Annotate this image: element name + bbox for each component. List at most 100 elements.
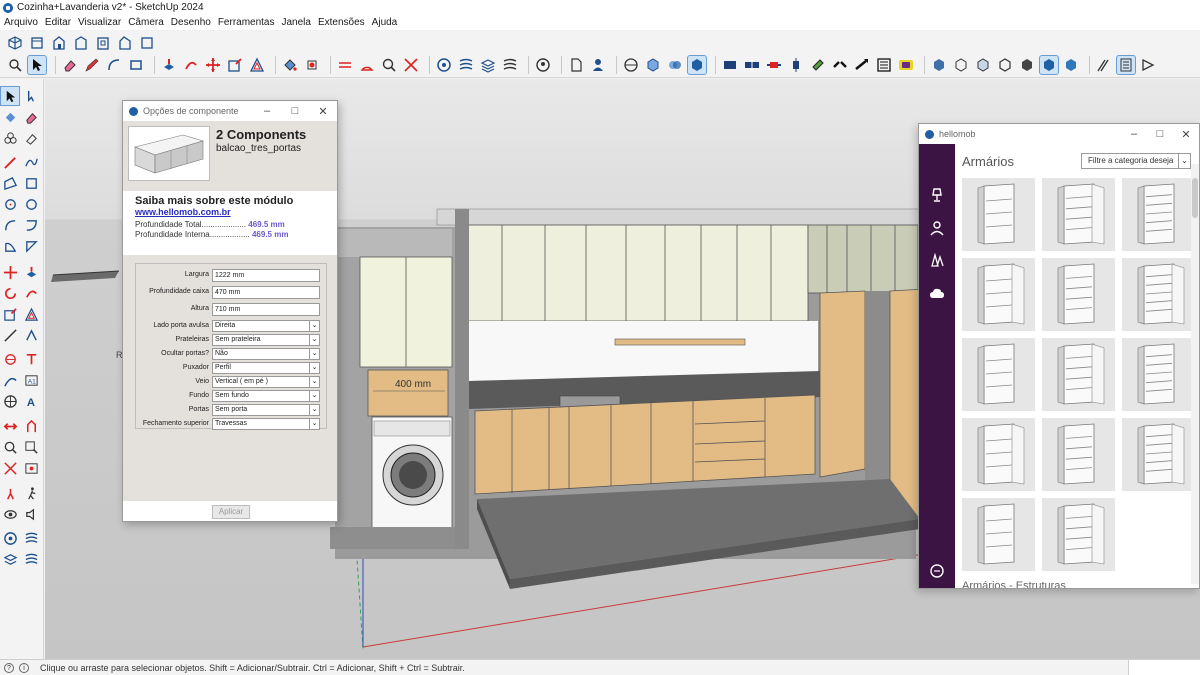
orbit-icon[interactable] [622, 56, 640, 74]
menu-visualizar[interactable]: Visualizar [78, 17, 121, 28]
forward-icon[interactable] [1139, 56, 1157, 74]
orbit-tool-icon[interactable] [1, 417, 19, 435]
account-icon[interactable] [534, 56, 552, 74]
rect-tool-icon[interactable] [1, 174, 19, 192]
tape-measure-icon[interactable] [336, 56, 354, 74]
extension-warehouse-icon[interactable] [457, 56, 475, 74]
arc-3-icon[interactable] [22, 237, 40, 255]
portas-select[interactable]: Sem porta ⌄ [212, 404, 320, 416]
box-2-icon[interactable] [952, 56, 970, 74]
arc-2-icon[interactable] [22, 216, 40, 234]
components-tool-icon[interactable] [1, 129, 19, 147]
pencil-icon[interactable] [83, 56, 101, 74]
box-3-icon[interactable] [974, 56, 992, 74]
hellomob-launch-icon[interactable] [897, 56, 915, 74]
cabinet-card-armario-7[interactable] [962, 338, 1035, 411]
lasso-icon[interactable] [22, 87, 40, 105]
menu-ajuda[interactable]: Ajuda [372, 17, 398, 28]
eraser-icon[interactable] [61, 56, 79, 74]
eraser-2-icon[interactable] [22, 129, 40, 147]
box-4-icon[interactable] [996, 56, 1014, 74]
styles-tool-icon[interactable] [22, 550, 40, 568]
offset-tool-icon[interactable] [22, 305, 40, 323]
profundidade-caixa-input[interactable]: 470 mm [212, 286, 320, 299]
back-view-icon[interactable] [94, 34, 112, 52]
measurements-box[interactable] [1128, 660, 1200, 675]
offset-icon[interactable] [248, 56, 266, 74]
push-pull-icon[interactable] [160, 56, 178, 74]
layers-icon[interactable] [479, 56, 497, 74]
walk-icon[interactable] [22, 484, 40, 502]
info-icon[interactable]: i [19, 662, 29, 673]
axes-tool-icon[interactable] [1, 371, 19, 389]
select-tool-icon[interactable] [0, 86, 20, 106]
cabinet-card-armario-11[interactable] [1042, 418, 1115, 491]
menu-extensoes[interactable]: Extensões [318, 17, 365, 28]
circle-tool-icon[interactable] [1, 195, 19, 213]
red-connector-icon[interactable] [765, 56, 783, 74]
cabinet-card-armario-4[interactable] [962, 258, 1035, 331]
minimize-icon[interactable]: – [1121, 128, 1147, 141]
speaker-icon[interactable] [22, 505, 40, 523]
rectangle-icon[interactable] [127, 56, 145, 74]
zoom-tool-icon[interactable] [1, 438, 19, 456]
styles-icon[interactable] [501, 56, 519, 74]
menu-janela[interactable]: Janela [282, 17, 311, 28]
lamp-icon[interactable] [928, 186, 946, 204]
rotate-tool-icon[interactable] [1, 284, 19, 302]
cabinet-card-armario-14[interactable] [1042, 498, 1115, 571]
warehouse-icon[interactable] [435, 56, 453, 74]
swap-icon[interactable] [853, 56, 871, 74]
apply-button[interactable]: Aplicar [212, 505, 250, 519]
fechamento-superior-select[interactable]: Travessas ⌄ [212, 418, 320, 430]
top-view-icon[interactable] [28, 34, 46, 52]
cabinet-card-armario-6[interactable] [1122, 258, 1195, 331]
section-plane-icon[interactable] [1, 392, 19, 410]
iso-view-icon[interactable] [6, 34, 24, 52]
menu-editar[interactable]: Editar [45, 17, 71, 28]
menu-camera[interactable]: Câmera [128, 17, 164, 28]
cabinet-card-armario-9[interactable] [1122, 338, 1195, 411]
help-icon[interactable]: ? [4, 662, 14, 673]
paint-bucket-icon[interactable] [281, 56, 299, 74]
protractor-icon[interactable] [358, 56, 376, 74]
close-icon[interactable]: ✕ [309, 105, 337, 118]
box-6-icon[interactable] [1039, 55, 1059, 75]
intersect-icon[interactable] [666, 56, 684, 74]
section-icon[interactable] [1095, 56, 1113, 74]
fundo-select[interactable]: Sem fundo ⌄ [212, 390, 320, 402]
zoom-window-icon[interactable] [22, 438, 40, 456]
move-tool-icon[interactable] [1, 263, 19, 281]
extension-tool-icon[interactable] [22, 529, 40, 547]
select-arrow-icon[interactable] [27, 55, 47, 75]
category-filter[interactable]: Filtre a categoria deseja ⌄ [1081, 153, 1191, 169]
component-icon[interactable] [303, 56, 321, 74]
menu-arquivo[interactable]: Arquivo [4, 17, 38, 28]
position-camera-icon[interactable] [1, 484, 19, 502]
arc-tool-icon[interactable] [1, 216, 19, 234]
warehouse-tool-icon[interactable] [1, 529, 19, 547]
altura-input[interactable]: 710 mm [212, 303, 320, 316]
arc-icon[interactable] [105, 56, 123, 74]
cabinet-card-armario-5[interactable] [1042, 258, 1115, 331]
cloud-icon[interactable] [928, 285, 946, 303]
prateleiras-select[interactable]: Sem prateleira ⌄ [212, 334, 320, 346]
zoom-icon[interactable] [380, 56, 398, 74]
line-tool-icon[interactable] [1, 153, 19, 171]
eraser-tool-icon[interactable] [22, 108, 40, 126]
dimension-tool-icon[interactable] [22, 326, 40, 344]
search-icon[interactable] [6, 56, 24, 74]
vertical-align-icon[interactable] [787, 56, 805, 74]
user-icon[interactable] [589, 56, 607, 74]
cabinet-card-armario-2[interactable] [1042, 178, 1115, 251]
box-5-icon[interactable] [1018, 56, 1036, 74]
align-center-icon[interactable] [743, 56, 761, 74]
3d-text-icon[interactable]: A1 [22, 371, 40, 389]
solid-tools-icon[interactable] [644, 56, 662, 74]
outer-shell-icon[interactable] [687, 55, 707, 75]
look-around-icon[interactable] [1, 505, 19, 523]
cabinet-card-armario-8[interactable] [1042, 338, 1115, 411]
close-icon[interactable]: ✕ [1173, 128, 1199, 141]
pie-tool-icon[interactable] [1, 237, 19, 255]
scale-tool-icon[interactable] [1, 305, 19, 323]
